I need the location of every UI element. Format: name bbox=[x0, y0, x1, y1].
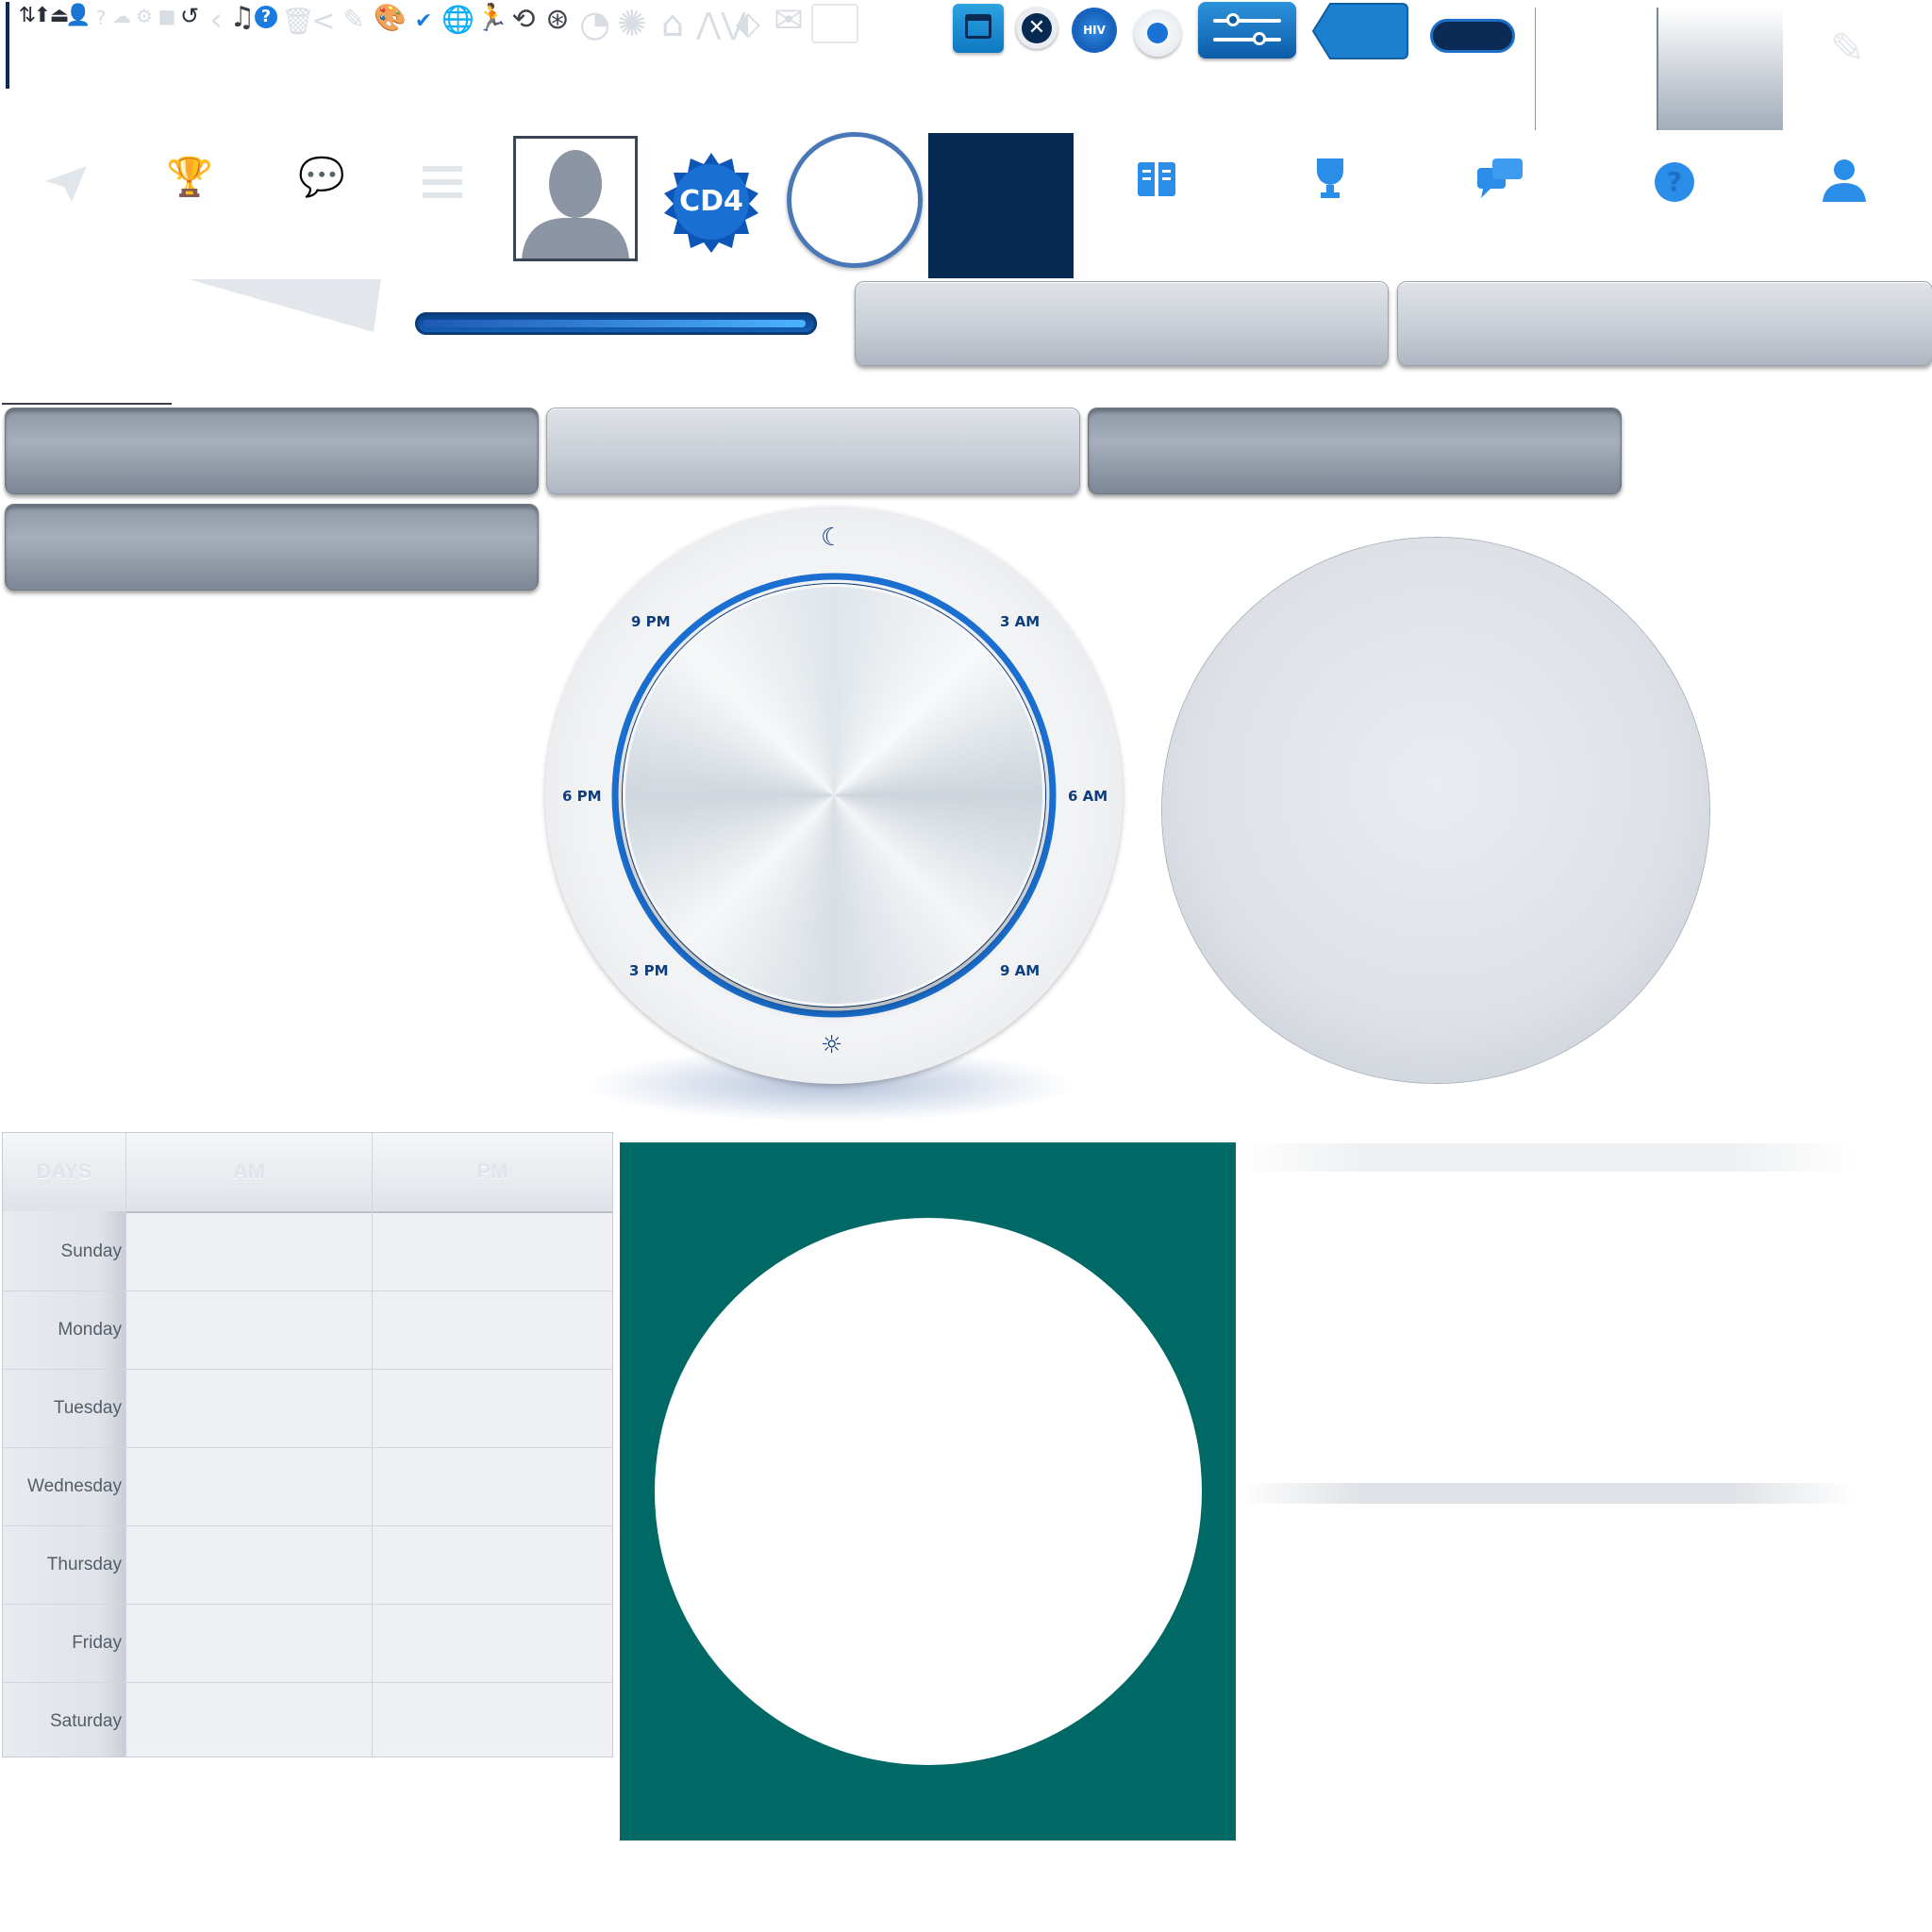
table-row[interactable]: Saturday bbox=[3, 1683, 612, 1760]
user-icon[interactable] bbox=[1821, 157, 1877, 213]
avatar[interactable] bbox=[513, 136, 638, 261]
progress-fill bbox=[423, 320, 806, 327]
header-pm: PM bbox=[476, 1159, 508, 1183]
dial-label-9pm: 9 PM bbox=[631, 613, 671, 630]
teal-panel bbox=[620, 1142, 1236, 1840]
dial-label-6pm: 6 PM bbox=[562, 788, 602, 805]
gauge-icon[interactable]: ◔ bbox=[579, 6, 610, 42]
refresh-icon[interactable]: ↺ bbox=[175, 0, 204, 32]
globe-icon[interactable]: 🌐 bbox=[441, 4, 475, 36]
music-note-icon[interactable]: ♫ bbox=[228, 2, 257, 34]
table-header: DAYS AM PM bbox=[3, 1133, 612, 1213]
sphere-button[interactable] bbox=[1162, 538, 1709, 1083]
dark-bar[interactable] bbox=[5, 408, 539, 494]
radio-dot bbox=[1147, 23, 1168, 43]
day-label: Tuesday bbox=[53, 1398, 122, 1418]
table-row[interactable]: Tuesday bbox=[3, 1370, 612, 1448]
slider-knob bbox=[1253, 32, 1266, 45]
day-label: Monday bbox=[58, 1320, 122, 1340]
table-row[interactable]: Thursday bbox=[3, 1526, 612, 1605]
toolbar-strip: ⇅ ⬆ ⏏ 👤 ? ☁ ⚙ ■ ↺ ‹ ♫ ? 🗑 < ✎ 🎨 ✔ 🌐 🏃 ⟲ … bbox=[13, 0, 957, 57]
share-icon[interactable]: < bbox=[309, 6, 338, 38]
menu-icon[interactable] bbox=[423, 166, 462, 198]
trophy-icon[interactable]: 🏆 bbox=[166, 155, 213, 199]
panel-shadow-bottom bbox=[1240, 1483, 1855, 1504]
table-row[interactable]: Friday bbox=[3, 1605, 612, 1683]
light-bar[interactable] bbox=[1397, 281, 1932, 366]
question-icon[interactable]: ? bbox=[1655, 162, 1694, 202]
sliders-icon bbox=[1213, 19, 1281, 23]
ring-outline bbox=[787, 132, 923, 268]
dial-label-6am: 6 AM bbox=[1068, 788, 1108, 805]
checkmark-icon[interactable]: ✔ bbox=[409, 6, 438, 38]
dial-knob[interactable] bbox=[623, 584, 1045, 1007]
edit-icon[interactable]: ✎ bbox=[1830, 25, 1865, 73]
time-dial[interactable]: ☾ ☼ bbox=[545, 507, 1123, 1084]
day-label: Friday bbox=[72, 1633, 122, 1653]
gradient-tile bbox=[1657, 8, 1783, 130]
edit-icon[interactable]: ✎ bbox=[340, 4, 368, 36]
history-icon[interactable]: ⟲ bbox=[509, 4, 538, 36]
cursor-bar-icon bbox=[6, 2, 9, 89]
dial-label-9am: 9 AM bbox=[1000, 962, 1041, 979]
home-icon[interactable]: ⌂ bbox=[658, 6, 687, 42]
tag-icon[interactable]: ⬖ bbox=[734, 8, 762, 40]
day-label: Saturday bbox=[49, 1711, 122, 1731]
close-icon: ✕ bbox=[1022, 13, 1052, 43]
calendar-button[interactable] bbox=[953, 4, 1004, 53]
settings-button[interactable] bbox=[1198, 2, 1296, 58]
runner-icon[interactable]: 🏃 bbox=[475, 2, 508, 34]
hiv-badge: HIV bbox=[1072, 8, 1117, 53]
slider-track bbox=[1213, 38, 1281, 42]
tag-button[interactable] bbox=[1311, 2, 1409, 60]
chevron-left-icon[interactable]: ‹ bbox=[202, 4, 230, 36]
panel-shadow-top bbox=[1240, 1143, 1855, 1172]
dial-label-3am: 3 AM bbox=[1000, 613, 1041, 630]
palette-icon[interactable]: 🎨 bbox=[374, 2, 407, 34]
book-icon[interactable] bbox=[1134, 157, 1191, 213]
schedule-table: DAYS AM PM Sunday Monday Tuesday Wednesd… bbox=[2, 1132, 613, 1757]
chat-icon[interactable] bbox=[1475, 155, 1532, 211]
mail-icon[interactable]: ✉ bbox=[774, 2, 804, 38]
navy-swatch bbox=[928, 133, 1074, 278]
help-circle-icon[interactable]: ? bbox=[255, 6, 277, 28]
slider-knob bbox=[1226, 13, 1240, 26]
sun-icon: ☼ bbox=[821, 1031, 843, 1059]
moon-icon: ☾ bbox=[821, 524, 843, 552]
badge-gear-icon[interactable]: ✺ bbox=[617, 6, 647, 42]
day-label: Sunday bbox=[60, 1241, 122, 1261]
calendar-icon bbox=[965, 14, 991, 39]
cd4-badge-label: CD4 bbox=[679, 185, 743, 218]
trash-icon[interactable]: 🗑 bbox=[281, 6, 315, 38]
chat-icon[interactable]: 💬 bbox=[298, 155, 345, 199]
header-days: DAYS bbox=[36, 1159, 92, 1183]
day-label: Thursday bbox=[46, 1555, 122, 1574]
dark-bar[interactable] bbox=[5, 504, 539, 591]
table-row[interactable]: Wednesday bbox=[3, 1448, 612, 1526]
circle-mask bbox=[655, 1218, 1202, 1765]
close-button[interactable]: ✕ bbox=[1016, 8, 1058, 49]
dial-label-3pm: 3 PM bbox=[629, 962, 669, 979]
chart-line-icon[interactable]: ⋀⋁ bbox=[696, 8, 746, 40]
divider-line bbox=[2, 403, 172, 405]
table-row[interactable]: Sunday bbox=[3, 1213, 612, 1291]
radio-selected[interactable] bbox=[1134, 9, 1181, 57]
avatar-silhouette-icon bbox=[522, 150, 629, 258]
send-icon[interactable] bbox=[43, 162, 91, 204]
light-bar[interactable] bbox=[546, 408, 1080, 494]
divider bbox=[1535, 8, 1536, 130]
table-row[interactable]: Monday bbox=[3, 1291, 612, 1370]
dark-bar[interactable] bbox=[1088, 408, 1622, 494]
header-am: AM bbox=[232, 1159, 266, 1183]
id-card-icon[interactable] bbox=[811, 4, 858, 43]
progress-bar bbox=[415, 312, 817, 335]
pill-toggle[interactable] bbox=[1430, 19, 1515, 53]
trophy-icon[interactable] bbox=[1307, 155, 1364, 211]
light-beam bbox=[189, 279, 381, 332]
day-label: Wednesday bbox=[27, 1476, 122, 1496]
light-bar[interactable] bbox=[855, 281, 1389, 366]
film-reel-icon[interactable]: ⊛ bbox=[543, 4, 572, 36]
